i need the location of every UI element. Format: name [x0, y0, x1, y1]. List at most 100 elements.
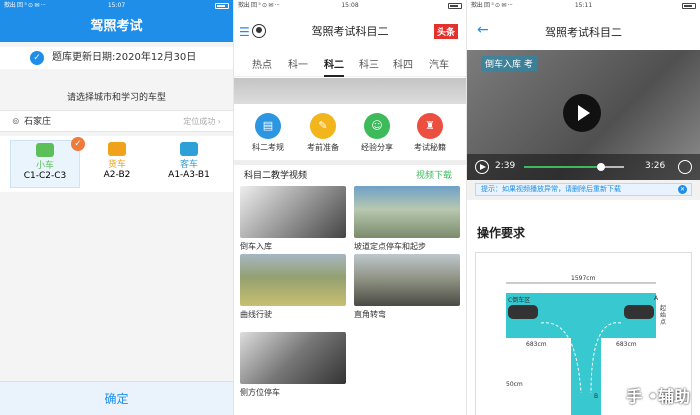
play-icon[interactable]	[563, 94, 601, 132]
status-bar: 揿出 回 ⁵ ⊙ ✉ ··· 15:11	[467, 0, 700, 12]
tip-banner: 提示：如果视频播放异常，请删除后重新下载 ✕	[475, 183, 692, 196]
city-selector[interactable]: ⊚ 石家庄 定位成功 ›	[0, 110, 233, 132]
tab-subject-one[interactable]: 科一	[288, 56, 308, 71]
video-download-link[interactable]: 视频下载	[416, 168, 452, 181]
vehicle-type-bus[interactable]: 客车 A1-A3-B1	[154, 140, 224, 188]
check-icon: ✓	[30, 51, 44, 65]
fullscreen-icon[interactable]	[678, 160, 692, 174]
small-play-icon[interactable]	[475, 160, 489, 174]
right-dim-label: 683cm	[616, 341, 637, 348]
progress-fill	[524, 166, 601, 168]
time-current: 2:39	[495, 161, 516, 171]
video-card[interactable]: 侧方位停车	[240, 332, 346, 398]
tips-button[interactable]: ♜ 考试秘籍	[402, 113, 458, 153]
vehicle-type-list: 小车 C1-C2-C3 ✓ 货车 A2-B2 客车 A1-A3-B1	[0, 136, 233, 192]
tab-subject-three[interactable]: 科三	[359, 56, 379, 71]
video-overlay-title: 倒车入库 考	[481, 56, 537, 71]
section-heading: 操作要求	[477, 226, 526, 240]
video-detail-screen: 揿出 回 ⁵ ⊙ ✉ ··· 15:11 ← 驾照考试科目二 倒车入库 考 2:…	[467, 0, 700, 415]
status-time: 15:08	[341, 2, 359, 9]
experience-button[interactable]: ☺ 经验分享	[349, 113, 405, 153]
progress-bar[interactable]	[524, 163, 624, 171]
select-prompt: 请选择城市和学习的车型	[66, 93, 166, 103]
banner[interactable]	[234, 78, 466, 104]
point-a-label: A	[654, 295, 659, 302]
subject-two-home-screen: 揿出 回 ⁵ ⊙ ✉ ··· 15:08 ☰ 驾照考试科目二 头条 热点 科一 …	[234, 0, 466, 415]
battery-icon	[215, 3, 229, 9]
video-title: 坡道定点停车和起步	[354, 242, 426, 251]
video-thumbnail	[240, 254, 346, 306]
video-title: 倒车入库	[240, 242, 272, 251]
location-status[interactable]: 定位成功 ›	[183, 111, 221, 133]
rules-button[interactable]: ▤ 科二考规	[240, 113, 296, 153]
vehicle-code: A1-A3-B1	[168, 170, 210, 180]
video-player[interactable]: 倒车入库 考 2:39 3:26	[467, 50, 700, 180]
video-thumbnail	[354, 186, 460, 238]
car-left-icon	[508, 305, 538, 319]
section-title: 科目二教学视频	[244, 171, 308, 181]
icon-label: 科二考规	[252, 143, 284, 152]
car-icon	[36, 143, 54, 157]
divider	[234, 160, 466, 165]
vehicle-type-truck[interactable]: 货车 A2-B2	[82, 140, 152, 188]
video-controls: 2:39 3:26	[467, 154, 700, 180]
page-title: 驾照考试科目二	[311, 25, 389, 38]
feature-icons: ▤ 科二考规 ✎ 考前准备 ☺ 经验分享 ♜ 考试秘籍	[234, 108, 466, 160]
city-vehicle-screen: 揿出 回 ⁵ ⊙ ✉ ··· 15:07 驾照考试 ✓ 题库更新日期:2020年…	[0, 0, 233, 415]
car-right-icon	[624, 305, 654, 319]
status-time: 15:11	[574, 2, 593, 9]
tab-subject-two[interactable]: 科二	[324, 56, 344, 77]
video-card[interactable]: 倒车入库	[240, 186, 346, 252]
people-icon: ☺	[364, 113, 390, 139]
preparation-button[interactable]: ✎ 考前准备	[295, 113, 351, 153]
video-card[interactable]: 直角转弯	[354, 254, 460, 320]
video-card[interactable]: 坡道定点停车和起步	[354, 186, 460, 252]
bell-icon: ♜	[417, 113, 443, 139]
tab-subject-four[interactable]: 科四	[393, 56, 413, 71]
video-title: 直角转弯	[354, 310, 386, 319]
vehicle-type-car[interactable]: 小车 C1-C2-C3 ✓	[10, 137, 85, 188]
bus-icon	[180, 142, 198, 156]
rules-icon: ▤	[255, 113, 281, 139]
zone-label: C倒车区	[508, 297, 531, 304]
vehicle-name: 客车	[179, 160, 198, 170]
time-total: 3:26	[645, 161, 666, 171]
close-icon[interactable]: ✕	[678, 185, 687, 194]
status-bar: 揿出 回 ⁵ ⊙ ✉ ··· 15:08	[234, 0, 466, 12]
page-title: 驾照考试科目二	[545, 26, 622, 39]
pencil-icon: ✎	[310, 113, 336, 139]
content-area: 操作要求 1597cm C倒车区 683cm 683cm 50cm A B 起始…	[467, 200, 700, 415]
video-thumbnail	[354, 254, 460, 306]
point-b-label: B	[594, 393, 599, 400]
left-dim-label: 683cm	[526, 341, 547, 348]
icon-label: 考前准备	[307, 143, 339, 152]
update-date-bar: ✓ 题库更新日期:2020年12月30日	[0, 47, 233, 69]
status-time: 15:07	[107, 2, 126, 9]
location-pin-icon: ⊚	[12, 117, 20, 127]
vehicle-name: 小车	[35, 161, 54, 171]
tip-text: 提示：如果视频播放异常，请删除后重新下载	[481, 185, 621, 193]
subject-tabs: 热点 科一 科二 科三 科四 汽车	[234, 50, 466, 77]
icon-label: 考试秘籍	[414, 143, 446, 152]
video-thumbnail	[240, 186, 346, 238]
page-title: 驾照考试	[0, 12, 233, 42]
video-title: 曲线行驶	[240, 310, 272, 319]
tab-car[interactable]: 汽车	[429, 56, 449, 71]
update-date-text: 题库更新日期:2020年12月30日	[52, 52, 197, 63]
tab-hot[interactable]: 热点	[252, 56, 272, 71]
video-card[interactable]: 曲线行驶	[240, 254, 346, 320]
toutiao-badge[interactable]: 头条	[433, 24, 458, 39]
vehicle-name: 货车	[107, 160, 126, 170]
video-thumbnail	[240, 332, 346, 384]
start-point-label: 起始点	[660, 305, 667, 326]
icon-label: 经验分享	[361, 143, 393, 152]
vehicle-code: C1-C2-C3	[23, 171, 67, 181]
progress-handle[interactable]	[597, 163, 605, 171]
video-title: 侧方位停车	[240, 388, 280, 397]
app-header: ☰ 驾照考试科目二 头条	[234, 12, 466, 50]
app-root: 揿出 回 ⁵ ⊙ ✉ ··· 15:07 驾照考试 ✓ 题库更新日期:2020年…	[0, 0, 700, 415]
watermark: 手 •辅助	[626, 387, 690, 406]
city-name: 石家庄	[24, 117, 52, 127]
confirm-button[interactable]: 确定	[0, 381, 233, 415]
app-header: ← 驾照考试科目二	[467, 12, 700, 50]
